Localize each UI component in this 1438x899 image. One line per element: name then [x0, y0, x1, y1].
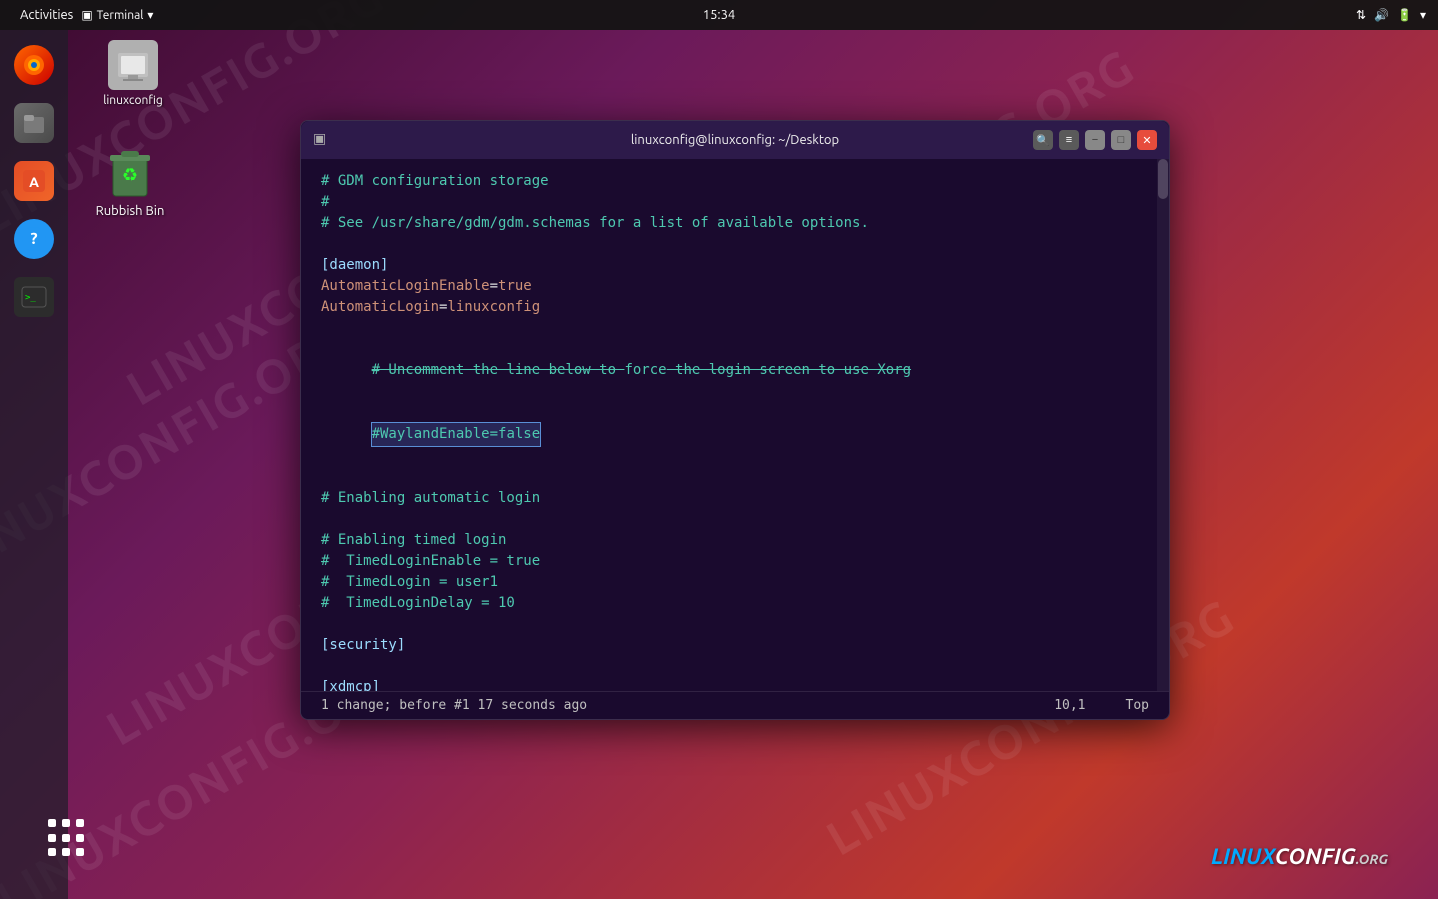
brand-text-linux: LINUX: [1211, 844, 1275, 869]
desktop-icon-linuxconfig[interactable]: linuxconfig: [93, 40, 173, 107]
statusbar-status: 1 change; before #1 17 seconds ago: [321, 698, 587, 713]
sidebar: A ? >_: [0, 30, 68, 899]
top-bar: Activities ▣ Terminal ▾ 15:34 ⇅ 🔊 🔋 ▾: [0, 0, 1438, 30]
app-dot: [62, 848, 70, 856]
app-dot: [76, 819, 84, 827]
terminal-maximize-button[interactable]: □: [1111, 130, 1131, 150]
terminal-title: linuxconfig@linuxconfig: ~/Desktop: [631, 133, 839, 147]
svg-text:A: A: [29, 174, 39, 190]
linuxconfig-label: linuxconfig: [103, 94, 163, 107]
term-line: #: [321, 192, 1149, 213]
term-line: AutomaticLoginEnable=true: [321, 276, 1149, 297]
terminal-indicator-label: Terminal: [97, 9, 144, 22]
term-line: # TimedLogin = user1: [321, 572, 1149, 593]
terminal-indicator[interactable]: ▣ Terminal ▾: [81, 8, 153, 22]
term-line: # See /usr/share/gdm/gdm.schemas for a l…: [321, 213, 1149, 234]
app-dot: [76, 848, 84, 856]
help-icon: ?: [14, 219, 54, 259]
terminal-content[interactable]: # GDM configuration storage # # See /usr…: [301, 159, 1169, 691]
statusbar-scroll: Top: [1126, 698, 1149, 713]
term-line: [321, 467, 1149, 488]
sidebar-item-files[interactable]: [9, 98, 59, 148]
software-icon: A: [14, 161, 54, 201]
sidebar-item-firefox[interactable]: [9, 40, 59, 90]
rubbish-bin-label: Rubbish Bin: [96, 204, 165, 218]
term-line: # Enabling timed login: [321, 530, 1149, 551]
terminal-search-button[interactable]: 🔍: [1033, 130, 1053, 150]
brand-text-suffix: .ORG: [1356, 851, 1388, 867]
scrollbar-thumb[interactable]: [1158, 159, 1168, 199]
brand-text-config: CONFIG: [1275, 844, 1356, 869]
terminal-window: ▣ linuxconfig@linuxconfig: ~/Desktop 🔍 ≡…: [300, 120, 1170, 720]
firefox-icon: [14, 45, 54, 85]
app-dot: [62, 819, 70, 827]
term-line: [321, 656, 1149, 677]
rubbish-bin-icon: ♻: [100, 140, 160, 200]
linuxconfig-icon: [108, 40, 158, 90]
term-line: # Enabling automatic login: [321, 488, 1149, 509]
term-line: [daemon]: [321, 255, 1149, 276]
term-line: [xdmcp]: [321, 677, 1149, 691]
battery-icon[interactable]: 🔋: [1397, 8, 1412, 22]
terminal-dropdown-icon[interactable]: ▾: [147, 8, 153, 22]
brand-logo: LINUXCONFIG.ORG: [1211, 844, 1388, 869]
app-dot: [48, 819, 56, 827]
app-dot: [48, 834, 56, 842]
term-line-wayland: #WaylandEnable=false: [321, 402, 1149, 467]
rubbish-bin-desktop-icon[interactable]: ♻ Rubbish Bin: [80, 140, 180, 218]
terminal-title-icon: ▣: [313, 130, 333, 150]
app-dot: [62, 834, 70, 842]
audio-icon[interactable]: 🔊: [1374, 8, 1389, 22]
top-bar-clock: 15:34: [703, 8, 736, 22]
term-line: # TimedLoginDelay = 10: [321, 593, 1149, 614]
term-line: [321, 614, 1149, 635]
statusbar-position: 10,1: [1054, 698, 1085, 713]
svg-text:>_: >_: [25, 293, 36, 303]
terminal-minimize-button[interactable]: −: [1085, 130, 1105, 150]
svg-text:♻: ♻: [122, 165, 138, 185]
sidebar-item-software[interactable]: A: [9, 156, 59, 206]
terminal-indicator-icon: ▣: [81, 8, 92, 22]
app-grid-button[interactable]: [48, 819, 88, 859]
term-line: [security]: [321, 635, 1149, 656]
network-icon[interactable]: ⇅: [1356, 8, 1366, 22]
statusbar-right: 10,1 Top: [1054, 698, 1149, 713]
activities-button[interactable]: Activities: [12, 8, 81, 22]
top-bar-right: ⇅ 🔊 🔋 ▾: [1356, 8, 1426, 22]
sidebar-item-terminal[interactable]: >_: [9, 272, 59, 322]
terminal-titlebar: ▣ linuxconfig@linuxconfig: ~/Desktop 🔍 ≡…: [301, 121, 1169, 159]
files-icon: [14, 103, 54, 143]
terminal-scrollbar[interactable]: [1157, 159, 1169, 691]
terminal-title-left: ▣: [313, 130, 333, 150]
term-line: # TimedLoginEnable = true: [321, 551, 1149, 572]
terminal-statusbar: 1 change; before #1 17 seconds ago 10,1 …: [301, 691, 1169, 719]
term-line-force-comment: # Uncomment the line below to force the …: [321, 339, 1149, 402]
terminal-close-button[interactable]: ✕: [1137, 130, 1157, 150]
term-line: AutomaticLogin=linuxconfig: [321, 297, 1149, 318]
app-dot: [76, 834, 84, 842]
top-bar-left: Activities ▣ Terminal ▾: [12, 8, 153, 22]
system-menu-icon[interactable]: ▾: [1420, 8, 1426, 22]
term-line: [321, 509, 1149, 530]
terminal-controls: 🔍 ≡ − □ ✕: [1033, 130, 1157, 150]
svg-text:?: ?: [30, 230, 37, 248]
terminal-menu-button[interactable]: ≡: [1059, 130, 1079, 150]
sidebar-item-help[interactable]: ?: [9, 214, 59, 264]
term-line: [321, 318, 1149, 339]
terminal-dock-icon: >_: [14, 277, 54, 317]
app-dot: [48, 848, 56, 856]
term-line: [321, 234, 1149, 255]
term-line: # GDM configuration storage: [321, 171, 1149, 192]
